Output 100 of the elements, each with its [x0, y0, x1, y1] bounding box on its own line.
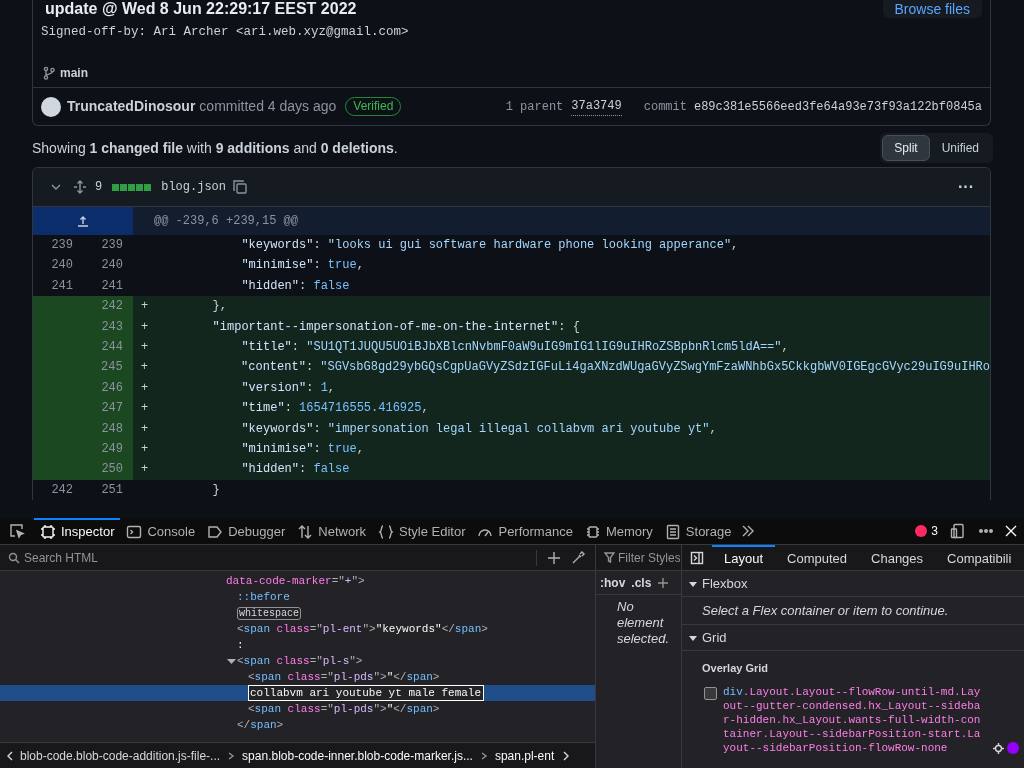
devtools-tab[interactable]: Style Editor	[372, 518, 472, 544]
change-count: 9	[95, 179, 103, 196]
devtools-tab[interactable]: Performance	[471, 518, 579, 544]
devtools-tab[interactable]: Storage	[658, 518, 738, 544]
grid-overlay-checkbox[interactable]	[704, 686, 717, 700]
markup-line[interactable]: <span class="pl-pds">"</span>	[248, 669, 440, 685]
expand-up-icon	[77, 215, 89, 227]
markup-line[interactable]: </span>	[237, 717, 284, 733]
breadcrumb[interactable]: span.pl-ent	[494, 746, 555, 765]
crosshair-icon	[993, 742, 1004, 754]
parent-hash-link[interactable]: 37a3749	[571, 97, 622, 116]
line-number: 240	[50, 257, 74, 275]
text-node-editor[interactable]: collabvm ari youtube yt male female	[248, 685, 484, 701]
sidebar-tab[interactable]: Compatibili	[935, 545, 1024, 570]
code-line: "title": "SU1QT1JUQU5UOiBJbXBlcnNvbmF0aW9uIG9mIG1lIG9uIHRoZSBpbnRlcm5ldA==",	[240, 338, 789, 356]
line-number: 247	[83, 398, 133, 419]
devtools-tab[interactable]: Network	[291, 518, 372, 544]
line-number: 240	[100, 257, 124, 275]
line-number: 249	[83, 438, 133, 460]
overlay-grid-title: Overlay Grid	[701, 661, 770, 676]
devtools-tab[interactable]: Memory	[578, 518, 659, 544]
diff-marker: +	[140, 461, 150, 479]
view-toggle[interactable]: Split	[882, 135, 930, 161]
branch-icon	[42, 66, 56, 80]
inspector-icon	[40, 524, 56, 540]
commit-title: update @ Wed 8 Jun 22:29:17 EEST 2022	[45, 0, 357, 18]
branch-name: main	[60, 65, 88, 82]
markup-line[interactable]: :	[237, 637, 244, 653]
console-icon	[126, 524, 143, 540]
sidebar-tab[interactable]: Changes	[859, 545, 936, 570]
markup-line[interactable]: <span class="pl-ent">"keywords"</span>	[237, 621, 488, 637]
commit-message: Signed-off-by: Ari Archer <ari.web.xyz@gmail.com>	[40, 24, 410, 39]
diff-marker: +	[140, 298, 150, 316]
line-number: 239	[50, 237, 74, 254]
markup-line[interactable]: data-code-marker="+">	[226, 573, 365, 589]
diff-summary: Showing 1 changed file with 9 additions and 0 deletions.	[32, 138, 398, 158]
devtools-tab[interactable]: Console	[120, 518, 202, 544]
line-number: 246	[83, 377, 133, 399]
code-line: "content": "SGVsbG8gd29ybGQsCgpUaGVyZSdzIGFuLi4gaXNzdWUgaGVyZSwgYmFzaWNhbGx5CkkgbWV0IGEgcGVyc29uIG9uIHRo	[240, 359, 990, 377]
browse-files-button[interactable]: Browse files	[882, 0, 982, 18]
code-line: "important--impersonation-of-me-on-the-internet": {	[211, 318, 580, 336]
network-icon	[297, 524, 314, 540]
avatar	[41, 96, 61, 117]
file-name[interactable]: blog.json	[161, 178, 226, 196]
line-number: 241	[100, 277, 124, 295]
section-header[interactable]: Flexbox	[682, 571, 1024, 597]
diff-marker: +	[140, 379, 150, 397]
storage-icon	[664, 524, 681, 540]
line-number: 251	[100, 481, 124, 499]
eyedropper-icon	[571, 550, 585, 565]
cls-toggle[interactable]: .cls	[631, 573, 652, 592]
code-line: "keywords": "impersonation legal illegal collabvm ari youtube yt",	[240, 420, 717, 438]
breadcrumb[interactable]: blob-code.blob-code-addition.js-file-...	[20, 746, 221, 765]
parent-count: 1 parent	[505, 98, 564, 116]
markup-node-row[interactable]: collabvm ari youtube yt male female	[0, 685, 595, 701]
error-count-button[interactable]: 3	[915, 522, 938, 540]
line-number: 248	[83, 418, 133, 439]
diff-marker: +	[140, 400, 150, 418]
diff-marker: +	[140, 420, 150, 438]
code-line: }	[211, 481, 220, 499]
flexbox-message: Select a Flex container or item to continue.	[682, 597, 1024, 625]
grid-element-label: div.Layout.Layout--flowRow-until-md.Layout--gutter-condensed.hx_Layout--sidebar-hidden.hx_Layout.wants-full-width-container.Layout--sidebarPosition-start.Layout--sidebarPosition-flowRow-none	[723, 684, 982, 755]
hunk-header: @@ -239,6 +239,15 @@	[154, 213, 299, 230]
search-icon	[8, 551, 20, 564]
close-icon	[1004, 524, 1018, 538]
diff-marker: +	[140, 338, 150, 356]
hov-toggle[interactable]: :hov	[600, 573, 626, 592]
markup-line[interactable]: whitespace	[237, 605, 301, 621]
filter-styles-field[interactable]: Filter Styles	[596, 545, 681, 571]
sidebar-tab[interactable]: Computed	[775, 545, 860, 570]
empty-message: No element selected.	[616, 598, 671, 647]
code-line: "hidden": false	[240, 461, 350, 479]
markup-line[interactable]: ::before	[237, 589, 290, 605]
section-header[interactable]: Grid	[682, 625, 1024, 651]
more-options-button[interactable]: ···	[958, 179, 974, 195]
sidebar-toggle-icon	[690, 550, 704, 565]
code-line: "hidden": false	[240, 277, 350, 295]
markup-line[interactable]: <span class="pl-s">	[237, 653, 363, 669]
code-line: },	[211, 298, 227, 316]
view-toggle[interactable]: Unified	[929, 135, 991, 161]
code-line: "minimise": true,	[240, 440, 364, 458]
copy-icon	[232, 179, 248, 195]
diffstat-drawing	[112, 183, 152, 191]
line-number: 243	[83, 316, 133, 337]
code-line: "keywords": "looks ui gui software hardware phone looking apperance",	[240, 237, 739, 254]
line-number: 242	[50, 481, 74, 499]
author-name[interactable]: TruncatedDinosour	[67, 96, 196, 117]
braces-icon	[378, 524, 394, 540]
diff-marker: +	[139, 359, 149, 377]
diff-marker: +	[140, 318, 150, 336]
element-picker-icon	[9, 523, 25, 539]
breadcrumb[interactable]: span.blob-code-inner.blob-code-marker.js...	[242, 746, 473, 765]
devtools-tab[interactable]: Debugger	[201, 518, 292, 544]
markup-line[interactable]: <span class="pl-pds">"</span>	[248, 701, 440, 717]
code-line: "time": 1654716555.416925,	[240, 400, 429, 418]
expand-icon	[73, 180, 87, 194]
sidebar-tab[interactable]: Layout	[712, 545, 776, 570]
code-line: "version": 1,	[240, 379, 336, 397]
line-number: 241	[50, 277, 74, 295]
line-number: 250	[83, 459, 133, 480]
